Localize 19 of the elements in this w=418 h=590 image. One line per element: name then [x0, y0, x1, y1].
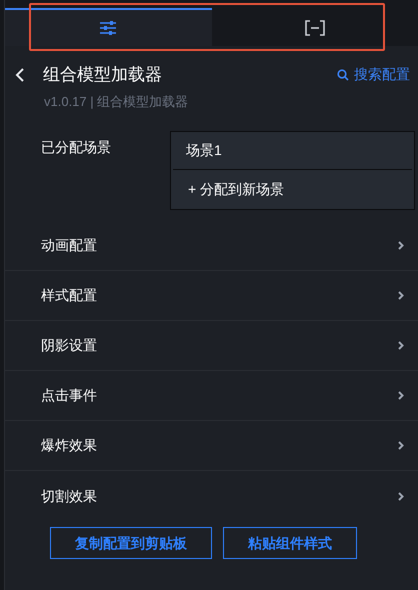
section-header[interactable]: 爆炸效果	[5, 421, 418, 471]
section-header[interactable]: 点击事件	[5, 371, 418, 421]
search-link[interactable]: 搜索配置	[337, 64, 410, 86]
section-header[interactable]: 样式配置	[5, 271, 418, 321]
scene-item[interactable]: 场景1	[173, 132, 412, 170]
assign-scene-button[interactable]: + 分配到新场景	[171, 170, 302, 209]
section-header[interactable]: 动画配置	[5, 221, 418, 271]
field-label: 已分配场景	[41, 138, 112, 157]
search-icon	[337, 68, 349, 81]
version-text: v1.0.17 | 组合模型加载器	[44, 92, 190, 111]
section-header[interactable]: 切割效果	[5, 471, 418, 521]
panel-title: 组合模型加载器	[43, 64, 162, 86]
sliders-icon	[99, 21, 118, 35]
action-button[interactable]: 粘贴组件样式	[223, 527, 357, 559]
bracket-icon	[304, 20, 325, 36]
back-icon[interactable]	[15, 68, 25, 82]
action-button[interactable]: 复制配置到剪贴板	[50, 527, 212, 559]
section-header[interactable]: 阴影设置	[5, 321, 418, 371]
tab[interactable]	[212, 8, 418, 46]
